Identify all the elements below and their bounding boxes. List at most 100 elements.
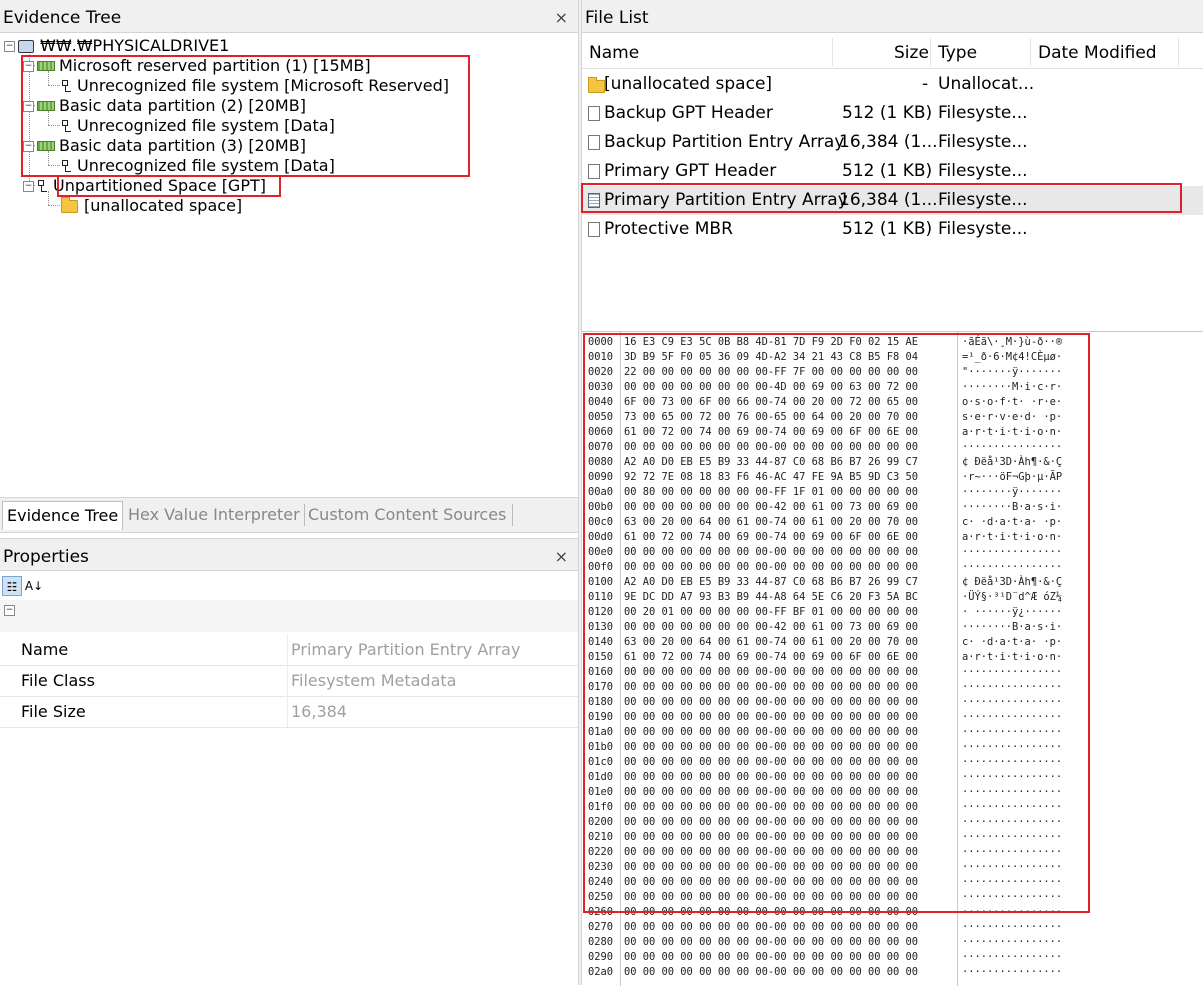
tree-node-physical-drive[interactable]: − ₩₩.₩PHYSICALDRIVE1 bbox=[4, 36, 229, 56]
hex-ascii: ¢ Ðëå¹3D·Àh¶·&·Ç bbox=[962, 576, 1063, 588]
hex-ascii: s·e·r·v·e·d· ·p· bbox=[962, 411, 1063, 423]
tree-node-partition-3[interactable]: − Basic data partition (3) [20MB] bbox=[23, 136, 306, 156]
hex-bytes: 00 00 00 00 00 00 00 00-00 00 00 00 00 0… bbox=[624, 546, 919, 558]
hex-offset: 01a0 bbox=[588, 726, 614, 738]
collapse-icon[interactable]: − bbox=[4, 40, 15, 52]
column-divider[interactable] bbox=[1178, 38, 1179, 66]
evidence-tree-title: Evidence Tree bbox=[3, 8, 122, 28]
tree-node-label: Microsoft reserved partition (1) [15MB] bbox=[59, 56, 371, 75]
collapse-icon[interactable]: − bbox=[4, 605, 15, 616]
categorized-view-icon[interactable]: ☷ bbox=[2, 576, 22, 596]
tab-hex-value-interpreter[interactable]: Hex Value Interpreter bbox=[124, 501, 304, 529]
tree-node-partition-1[interactable]: − Microsoft reserved partition (1) [15MB… bbox=[23, 56, 371, 76]
hex-bytes: 00 00 00 00 00 00 00 00-42 00 61 00 73 0… bbox=[624, 621, 919, 633]
properties-toolbar: ☷ A↓ bbox=[0, 572, 578, 601]
sort-alphabetical-icon[interactable]: A↓ bbox=[24, 576, 44, 596]
hex-ascii: ················ bbox=[962, 921, 1063, 933]
tree-node-partition-2[interactable]: − Basic data partition (2) [20MB] bbox=[23, 96, 306, 116]
hex-offset: 0260 bbox=[588, 906, 614, 918]
hex-bytes: 00 00 00 00 00 00 00 00-00 00 00 00 00 0… bbox=[624, 966, 919, 978]
hex-bytes: A2 A0 D0 EB E5 B9 33 44-87 C0 68 B6 B7 2… bbox=[624, 576, 919, 588]
hex-ascii: ········B·a·s·i· bbox=[962, 501, 1063, 513]
hex-offset: 0270 bbox=[588, 921, 614, 933]
tab-separator bbox=[512, 504, 513, 526]
tree-connector bbox=[48, 85, 60, 86]
document-icon bbox=[588, 222, 600, 237]
property-row-file-class[interactable]: File Class Filesystem Metadata bbox=[0, 665, 578, 697]
file-list-row[interactable]: Primary GPT Header 512 (1 KB) Filesyste.… bbox=[582, 157, 1203, 186]
file-list-header: Name Size Type Date Modified bbox=[582, 36, 1203, 69]
file-list-row-selected[interactable]: Primary Partition Entry Array 16,384 (1.… bbox=[582, 186, 1203, 215]
tree-node-unpartitioned-space[interactable]: − Unpartitioned Space [GPT] bbox=[23, 176, 266, 196]
hex-offset: 00f0 bbox=[588, 561, 614, 573]
property-row-name[interactable]: Name Primary Partition Entry Array bbox=[0, 634, 578, 666]
file-list-row[interactable]: [unallocated space] - Unallocat... bbox=[582, 70, 1203, 99]
column-divider[interactable] bbox=[1030, 38, 1031, 66]
hex-bytes: 00 00 00 00 00 00 00 00-00 00 00 00 00 0… bbox=[624, 666, 919, 678]
tab-custom-content-sources[interactable]: Custom Content Sources bbox=[304, 501, 510, 529]
column-header-date-modified[interactable]: Date Modified bbox=[1038, 36, 1157, 70]
file-list-row[interactable]: Protective MBR 512 (1 KB) Filesyste... bbox=[582, 215, 1203, 244]
hex-ascii: ················ bbox=[962, 711, 1063, 723]
hex-ascii: c· ·d·a·t·a· ·p· bbox=[962, 636, 1063, 648]
hex-bytes: 00 00 00 00 00 00 00 00-00 00 00 00 00 0… bbox=[624, 906, 919, 918]
hex-ascii: ················ bbox=[962, 876, 1063, 888]
hex-bytes: 00 00 00 00 00 00 00 00-00 00 00 00 00 0… bbox=[624, 741, 919, 753]
hex-ascii: ················ bbox=[962, 831, 1063, 843]
hex-offset: 0030 bbox=[588, 381, 614, 393]
evidence-tree-close-icon[interactable]: × bbox=[555, 0, 568, 36]
properties-group-header[interactable]: − bbox=[0, 600, 578, 632]
hex-bytes: 00 00 00 00 00 00 00 00-00 00 00 00 00 0… bbox=[624, 861, 919, 873]
hex-offset: 00c0 bbox=[588, 516, 614, 528]
properties-title-bar: Properties × bbox=[0, 538, 578, 571]
hex-offset: 00b0 bbox=[588, 501, 614, 513]
column-header-name[interactable]: Name bbox=[589, 36, 639, 70]
hex-ascii: ················ bbox=[962, 546, 1063, 558]
tree-node-partition-1-fs[interactable]: Unrecognized file system [Microsoft Rese… bbox=[61, 76, 449, 96]
document-icon bbox=[588, 193, 600, 208]
hex-ascii: ················ bbox=[962, 666, 1063, 678]
hex-bytes: 00 00 00 00 00 00 00 00-00 00 00 00 00 0… bbox=[624, 711, 919, 723]
partition-icon bbox=[37, 141, 55, 151]
collapse-icon[interactable]: − bbox=[23, 180, 34, 192]
hex-offset: 0180 bbox=[588, 696, 614, 708]
hex-bytes: 6F 00 73 00 6F 00 66 00-74 00 20 00 72 0… bbox=[624, 396, 919, 408]
evidence-tree-title-bar: Evidence Tree × bbox=[0, 0, 578, 33]
hex-ascii: ················ bbox=[962, 726, 1063, 738]
property-key: File Class bbox=[21, 671, 95, 690]
collapse-icon[interactable]: − bbox=[23, 100, 34, 112]
file-list-title: File List bbox=[585, 8, 649, 28]
column-divider[interactable] bbox=[930, 38, 931, 66]
hex-offset: 01b0 bbox=[588, 741, 614, 753]
hex-bytes: 00 20 01 00 00 00 00 00-FF BF 01 00 00 0… bbox=[624, 606, 919, 618]
hex-ascii: ················ bbox=[962, 891, 1063, 903]
tree-node-partition-2-fs[interactable]: Unrecognized file system [Data] bbox=[61, 116, 335, 136]
property-row-file-size[interactable]: File Size 16,384 bbox=[0, 696, 578, 728]
collapse-icon[interactable]: − bbox=[23, 140, 34, 152]
tree-node-label: Basic data partition (3) [20MB] bbox=[59, 136, 306, 155]
hex-offset: 0240 bbox=[588, 876, 614, 888]
property-divider bbox=[287, 665, 288, 696]
hex-view[interactable]: 0000 16 E3 C9 E3 5C 0B B8 4D-81 7D F9 2D … bbox=[582, 331, 1203, 986]
tree-node-partition-3-fs[interactable]: Unrecognized file system [Data] bbox=[61, 156, 335, 176]
properties-title: Properties bbox=[3, 547, 89, 567]
hex-bytes: 63 00 20 00 64 00 61 00-74 00 61 00 20 0… bbox=[624, 516, 919, 528]
file-list-row[interactable]: Backup GPT Header 512 (1 KB) Filesyste..… bbox=[582, 99, 1203, 128]
properties-close-icon[interactable]: × bbox=[555, 539, 568, 575]
tree-node-label: Unrecognized file system [Microsoft Rese… bbox=[77, 76, 449, 95]
file-size: 512 (1 KB) bbox=[842, 103, 933, 123]
column-header-size[interactable]: Size bbox=[894, 36, 929, 70]
tab-evidence-tree[interactable]: Evidence Tree bbox=[2, 501, 124, 530]
tree-node-label: Unrecognized file system [Data] bbox=[77, 116, 335, 135]
folder-icon bbox=[61, 196, 78, 213]
tree-node-unallocated-space[interactable]: [unallocated space] bbox=[61, 196, 242, 216]
hex-bytes: 00 00 00 00 00 00 00 00-00 00 00 00 00 0… bbox=[624, 891, 919, 903]
filesystem-icon bbox=[61, 120, 71, 132]
hex-bytes: 00 00 00 00 00 00 00 00-00 00 00 00 00 0… bbox=[624, 936, 919, 948]
file-list-row[interactable]: Backup Partition Entry Array 16,384 (1..… bbox=[582, 128, 1203, 157]
column-divider[interactable] bbox=[832, 38, 833, 66]
hex-bytes: 92 72 7E 08 18 83 F6 46-AC 47 FE 9A B5 9… bbox=[624, 471, 919, 483]
collapse-icon[interactable]: − bbox=[23, 60, 34, 72]
file-type: Unallocat... bbox=[938, 74, 1035, 94]
column-header-type[interactable]: Type bbox=[938, 36, 977, 70]
